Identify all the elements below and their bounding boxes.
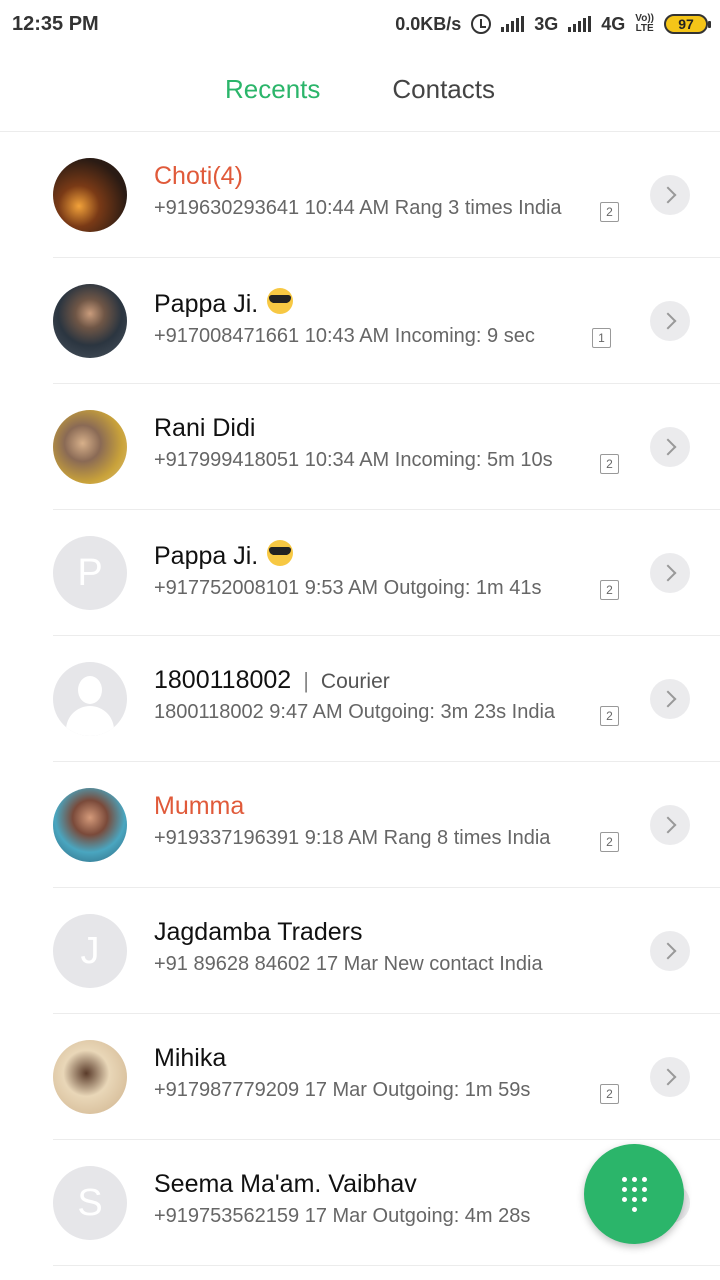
sim-icon: 1	[592, 328, 611, 348]
sim-icon: 2	[600, 202, 619, 222]
net-type-2: 4G	[601, 13, 626, 34]
call-row[interactable]: Pappa Ji. +917008471661 10:43 AM Incomin…	[0, 258, 720, 384]
avatar[interactable]	[53, 1040, 127, 1114]
sim-icon: 2	[600, 706, 619, 726]
call-detail: 1800118002 9:47 AM Outgoing: 3m 23s Indi…	[154, 701, 556, 723]
tab-contacts[interactable]: Contacts	[392, 74, 495, 105]
call-row[interactable]: Choti(4) +919630293641 10:44 AM Rang 3 t…	[0, 132, 720, 258]
chevron-right-icon[interactable]	[650, 679, 690, 719]
sim-icon: 2	[600, 1084, 619, 1104]
number-tag: Courier	[320, 670, 390, 693]
status-time: 12:35 PM	[12, 12, 99, 35]
contact-name-line: Pappa Ji.	[154, 540, 620, 571]
signal-icon	[501, 16, 525, 32]
avatar[interactable]: J	[53, 914, 127, 988]
chevron-right-icon[interactable]	[650, 931, 690, 971]
contact-name: Rani Didi	[154, 414, 256, 442]
call-detail: +919753562159 17 Mar Outgoing: 4m 28s	[154, 1205, 531, 1227]
call-detail: +91 89628 84602 17 Mar New contact India	[154, 953, 543, 975]
avatar[interactable]: P	[53, 536, 127, 610]
call-row[interactable]: J Jagdamba Traders +91 89628 84602 17 Ma…	[0, 888, 720, 1014]
volte-bottom: LTE	[635, 23, 654, 34]
dialpad-button[interactable]	[584, 1144, 684, 1244]
contact-name: Jagdamba Traders	[154, 918, 363, 946]
contact-name-line: 1800118002 | Courier	[154, 666, 390, 694]
call-row[interactable]: Mumma +919337196391 9:18 AM Rang 8 times…	[0, 762, 720, 888]
call-row[interactable]: 1800118002 | Courier 1800118002 9:47 AM Ou…	[0, 636, 720, 762]
avatar[interactable]	[53, 788, 127, 862]
chevron-right-icon[interactable]	[650, 805, 690, 845]
avatar[interactable]	[53, 662, 127, 736]
chevron-right-icon[interactable]	[650, 553, 690, 593]
alarm-icon	[471, 14, 492, 34]
contact-name: Choti(4)	[154, 162, 243, 190]
call-detail: +919337196391 9:18 AM Rang 8 times India	[154, 827, 551, 849]
sunglasses-emoji-icon	[264, 288, 294, 314]
call-detail: +917752008101 9:53 AM Outgoing: 1m 41s	[154, 577, 542, 599]
call-detail: +917987779209 17 Mar Outgoing: 1m 59s	[154, 1079, 531, 1101]
contact-name-line: Pappa Ji.	[154, 288, 620, 319]
recents-list: Choti(4) +919630293641 10:44 AM Rang 3 t…	[0, 132, 720, 1266]
contact-name: Pappa Ji.	[154, 542, 259, 570]
contact-name: Mumma	[154, 792, 245, 820]
battery-icon: 97	[664, 14, 711, 34]
sim-icon: 2	[600, 832, 619, 852]
tab-recents[interactable]: Recents	[225, 74, 320, 105]
chevron-right-icon[interactable]	[650, 1057, 690, 1097]
sim-icon: 2	[600, 454, 619, 474]
call-detail: +917999418051 10:34 AM Incoming: 5m 10s	[154, 449, 553, 471]
chevron-right-icon[interactable]	[650, 301, 690, 341]
chevron-right-icon[interactable]	[650, 427, 690, 467]
net-type-1: 3G	[534, 13, 559, 34]
sim-icon: 2	[600, 580, 619, 600]
avatar[interactable]: S	[53, 1166, 127, 1240]
status-bar: 12:35 PM 0.0KB/s 3G 4G Vo)) LTE 97	[0, 0, 720, 48]
avatar[interactable]	[53, 158, 127, 232]
contact-name: Mihika	[154, 1044, 227, 1072]
dialpad-icon	[621, 1176, 647, 1212]
volte-icon: Vo)) LTE	[635, 14, 654, 34]
avatar[interactable]	[53, 410, 127, 484]
contact-name: Pappa Ji.	[154, 290, 259, 318]
signal-icon	[568, 16, 592, 32]
call-row[interactable]: Mihika +917987779209 17 Mar Outgoing: 1m…	[0, 1014, 720, 1140]
call-row[interactable]: P Pappa Ji. +917752008101 9:53 AM Outgoi…	[0, 510, 720, 636]
avatar[interactable]	[53, 284, 127, 358]
tab-bar: Recents Contacts	[0, 48, 720, 132]
sunglasses-emoji-icon	[264, 540, 294, 566]
net-speed: 0.0KB/s	[395, 13, 462, 34]
chevron-right-icon[interactable]	[650, 175, 690, 215]
divider	[53, 1265, 720, 1266]
call-row[interactable]: Rani Didi +917999418051 10:34 AM Incomin…	[0, 384, 720, 510]
battery-level: 97	[678, 16, 694, 32]
call-detail: +919630293641 10:44 AM Rang 3 times Indi…	[154, 197, 562, 219]
call-detail: +917008471661 10:43 AM Incoming: 9 sec	[154, 325, 535, 347]
contact-name: Seema Ma'am. Vaibhav	[154, 1170, 417, 1198]
contact-name: 1800118002	[154, 666, 292, 694]
